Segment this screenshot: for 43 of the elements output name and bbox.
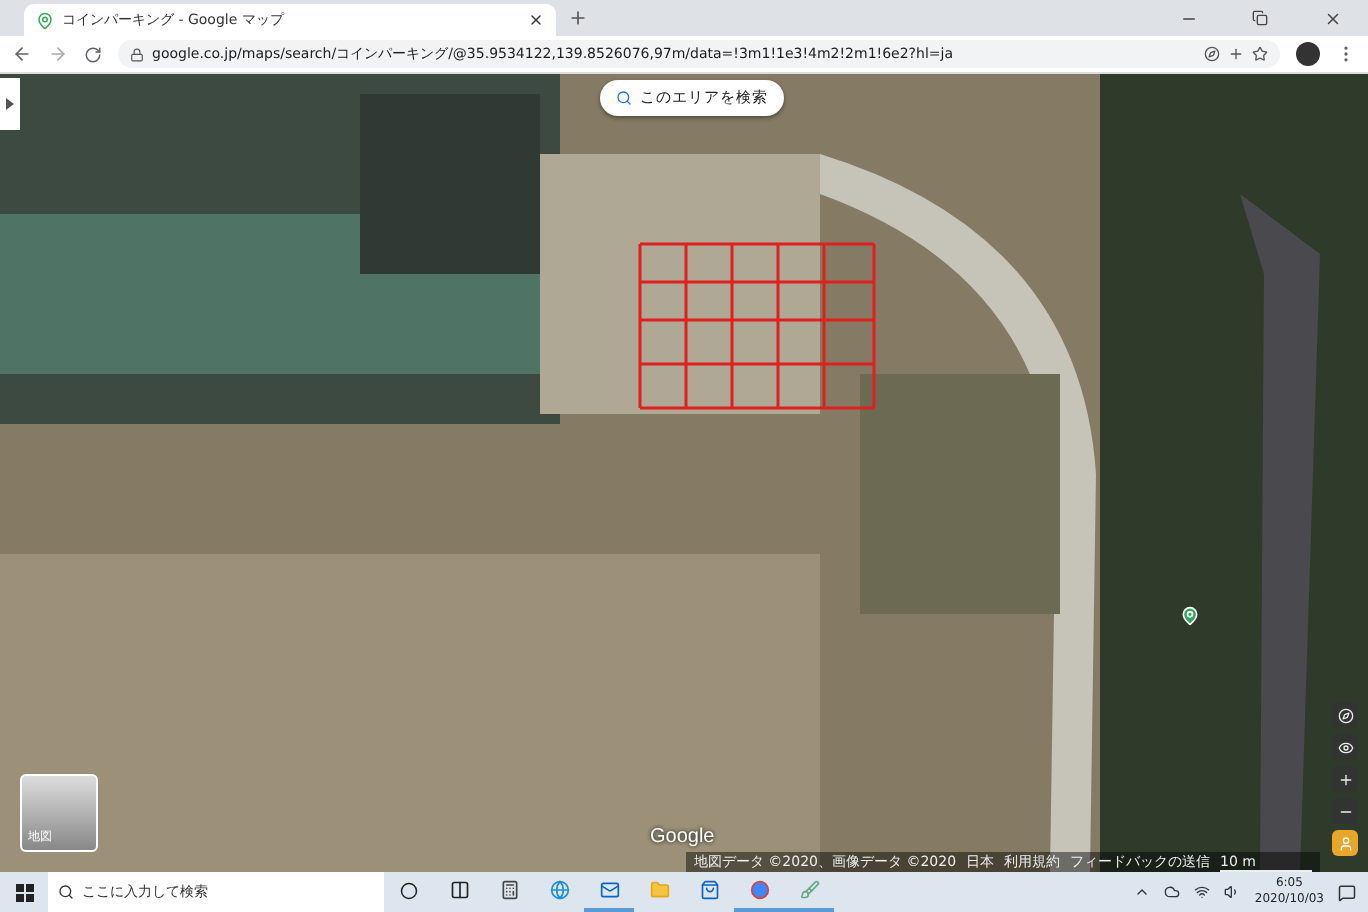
close-icon (1323, 9, 1341, 27)
network-icon[interactable] (1194, 884, 1211, 900)
reload-icon (84, 45, 102, 63)
search-icon (58, 884, 74, 900)
star-icon[interactable] (1252, 46, 1268, 62)
speaker-icon[interactable] (1224, 884, 1241, 900)
map-pin-icon[interactable] (1180, 606, 1200, 626)
street-view-button[interactable] (1332, 830, 1358, 856)
compass-icon (1337, 707, 1353, 723)
mail-icon (599, 880, 619, 900)
close-icon[interactable] (528, 12, 544, 28)
windows-logo-icon (15, 883, 33, 901)
add-icon[interactable] (1228, 46, 1244, 62)
search-icon (616, 90, 632, 106)
globe-icon (549, 880, 569, 900)
view-button[interactable] (1332, 734, 1358, 760)
restore-icon (1252, 10, 1268, 26)
eye-icon (1337, 739, 1353, 755)
plus-icon (1337, 771, 1353, 787)
back-arrow-icon (12, 44, 32, 64)
compass-button[interactable] (1332, 702, 1358, 728)
avatar-icon[interactable] (1296, 42, 1320, 66)
zoom-out-button[interactable] (1332, 798, 1358, 824)
zoom-in-button[interactable] (1332, 766, 1358, 792)
new-tab-icon[interactable] (568, 8, 588, 28)
side-panel-toggle[interactable] (0, 78, 20, 130)
notifications-icon[interactable] (1338, 883, 1356, 901)
folder-icon (649, 880, 669, 900)
circle-icon (400, 881, 418, 899)
task-view-icon (449, 880, 469, 900)
google-logo: Google (650, 826, 715, 848)
shopping-bag-icon (699, 880, 719, 900)
person-icon (1337, 835, 1353, 851)
map-pin-icon (36, 11, 54, 29)
reload-button[interactable] (84, 45, 102, 63)
cloud-icon[interactable] (1164, 884, 1181, 900)
forward-arrow-icon (48, 44, 68, 64)
brush-icon (799, 880, 819, 900)
lock-icon (130, 47, 144, 61)
chevron-up-icon[interactable] (1134, 884, 1151, 900)
back-button[interactable] (12, 44, 32, 64)
caret-icon (6, 98, 14, 110)
calculator-icon (499, 880, 519, 900)
